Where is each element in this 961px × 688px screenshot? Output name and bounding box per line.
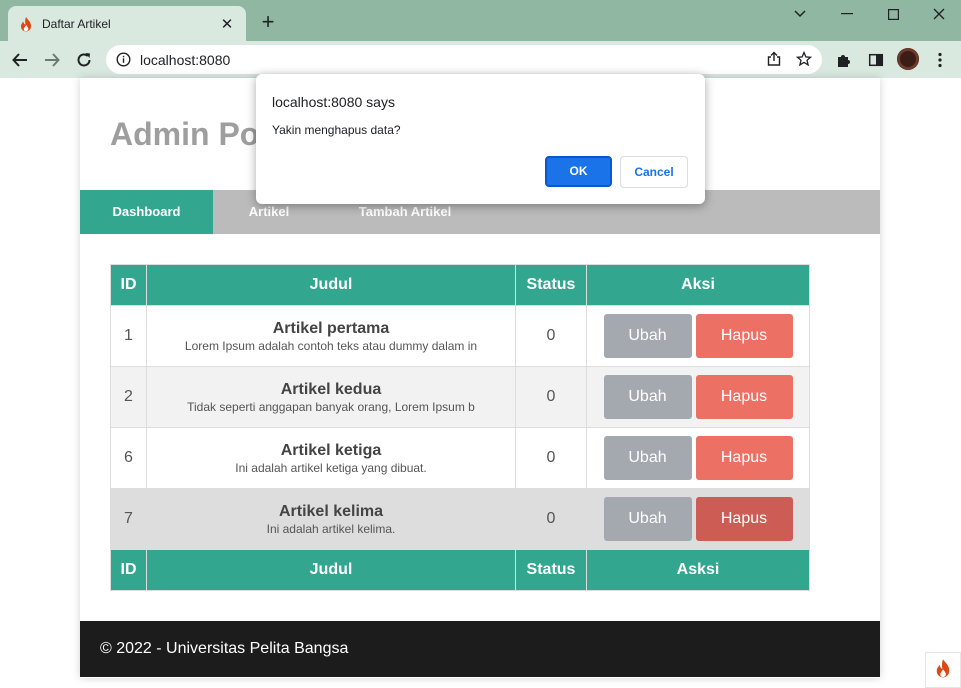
row-judul: Artikel kedua Tidak seperti anggapan ban… bbox=[146, 366, 516, 428]
header-judul: Judul bbox=[146, 264, 516, 306]
row-status: 0 bbox=[515, 305, 587, 367]
dialog-title: localhost:8080 says bbox=[272, 94, 395, 110]
profile-avatar[interactable] bbox=[897, 48, 919, 70]
tab-search-icon[interactable] bbox=[777, 4, 823, 24]
row-actions: Ubah Hapus bbox=[586, 305, 810, 367]
delete-button[interactable]: Hapus bbox=[695, 375, 793, 419]
article-title: Artikel kelima bbox=[278, 502, 384, 520]
row-actions: Ubah Hapus bbox=[586, 488, 810, 550]
address-bar[interactable]: localhost:8080 bbox=[106, 45, 822, 74]
share-icon[interactable] bbox=[766, 51, 782, 72]
reload-icon[interactable] bbox=[72, 48, 96, 72]
close-window-icon[interactable] bbox=[916, 4, 961, 24]
kebab-menu-icon[interactable] bbox=[930, 50, 950, 70]
table-row: 7 Artikel kelima Ini adalah artikel keli… bbox=[110, 488, 810, 550]
article-excerpt: Lorem Ipsum adalah contoh teks atau dumm… bbox=[184, 338, 478, 353]
edit-button[interactable]: Ubah bbox=[603, 497, 692, 541]
row-judul: Artikel kelima Ini adalah artikel kelima… bbox=[146, 488, 516, 550]
row-actions: Ubah Hapus bbox=[586, 427, 810, 489]
delete-button[interactable]: Hapus bbox=[695, 314, 793, 358]
table-row: 1 Artikel pertama Lorem Ipsum adalah con… bbox=[110, 305, 810, 367]
new-tab-button[interactable]: + bbox=[258, 11, 278, 33]
article-excerpt: Ini adalah artikel kelima. bbox=[266, 521, 396, 536]
footer-judul: Judul bbox=[146, 549, 516, 591]
nav-dashboard[interactable]: Dashboard bbox=[80, 190, 213, 234]
puzzle-icon[interactable] bbox=[834, 50, 854, 70]
footer-id: ID bbox=[110, 549, 147, 591]
dialog-message: Yakin menghapus data? bbox=[272, 123, 401, 137]
article-excerpt: Ini adalah artikel ketiga yang dibuat. bbox=[235, 460, 427, 475]
edit-button[interactable]: Ubah bbox=[603, 314, 692, 358]
side-panel-icon[interactable] bbox=[866, 50, 886, 70]
row-id: 6 bbox=[110, 427, 147, 489]
maximize-icon[interactable] bbox=[870, 4, 916, 24]
arrow-left-icon[interactable] bbox=[8, 48, 32, 72]
row-status: 0 bbox=[515, 366, 587, 428]
header-id: ID bbox=[110, 264, 147, 306]
row-id: 1 bbox=[110, 305, 147, 367]
row-id: 2 bbox=[110, 366, 147, 428]
article-title: Artikel kedua bbox=[280, 380, 382, 398]
table-row: 6 Artikel ketiga Ini adalah artikel keti… bbox=[110, 427, 810, 489]
row-status: 0 bbox=[515, 488, 587, 550]
row-judul: Artikel ketiga Ini adalah artikel ketiga… bbox=[146, 427, 516, 489]
browser-tab[interactable]: Daftar Artikel ✕ bbox=[8, 6, 246, 41]
table-row: 2 Artikel kedua Tidak seperti anggapan b… bbox=[110, 366, 810, 428]
browser-tabstrip: Daftar Artikel ✕ + bbox=[0, 0, 961, 41]
row-actions: Ubah Hapus bbox=[586, 366, 810, 428]
codeigniter-flame-icon bbox=[18, 16, 34, 32]
article-title: Artikel pertama bbox=[272, 319, 390, 337]
row-judul: Artikel pertama Lorem Ipsum adalah conto… bbox=[146, 305, 516, 367]
footer-aksi: Asksi bbox=[586, 549, 810, 591]
codeigniter-flame-icon bbox=[934, 658, 952, 683]
star-icon[interactable] bbox=[795, 50, 813, 72]
tab-close-icon[interactable]: ✕ bbox=[218, 15, 236, 33]
header-aksi: Aksi bbox=[586, 264, 810, 306]
arrow-right-icon[interactable] bbox=[40, 48, 64, 72]
edit-button[interactable]: Ubah bbox=[603, 436, 692, 480]
info-icon[interactable] bbox=[116, 52, 131, 72]
confirm-dialog: localhost:8080 says Yakin menghapus data… bbox=[256, 74, 705, 204]
header-status: Status bbox=[515, 264, 587, 306]
delete-button[interactable]: Hapus bbox=[695, 436, 793, 480]
page-footer: © 2022 - Universitas Pelita Bangsa bbox=[80, 621, 880, 677]
article-title: Artikel ketiga bbox=[280, 441, 382, 459]
article-excerpt: Tidak seperti anggapan banyak orang, Lor… bbox=[187, 399, 475, 414]
table-footer-row: ID Judul Status Asksi bbox=[110, 549, 810, 591]
minimize-icon[interactable] bbox=[824, 4, 870, 24]
articles-table: ID Judul Status Aksi 1 Artikel pertama L… bbox=[110, 264, 810, 591]
row-id: 7 bbox=[110, 488, 147, 550]
browser-toolbar: localhost:8080 bbox=[0, 41, 961, 78]
table-header-row: ID Judul Status Aksi bbox=[110, 264, 810, 306]
cancel-button[interactable]: Cancel bbox=[620, 156, 688, 188]
row-status: 0 bbox=[515, 427, 587, 489]
tab-title: Daftar Artikel bbox=[42, 16, 111, 31]
debug-toolbar-toggle[interactable] bbox=[925, 652, 961, 688]
url-text: localhost:8080 bbox=[140, 52, 231, 68]
edit-button[interactable]: Ubah bbox=[603, 375, 692, 419]
delete-button[interactable]: Hapus bbox=[695, 497, 793, 541]
ok-button[interactable]: OK bbox=[545, 156, 612, 187]
footer-status: Status bbox=[515, 549, 587, 591]
